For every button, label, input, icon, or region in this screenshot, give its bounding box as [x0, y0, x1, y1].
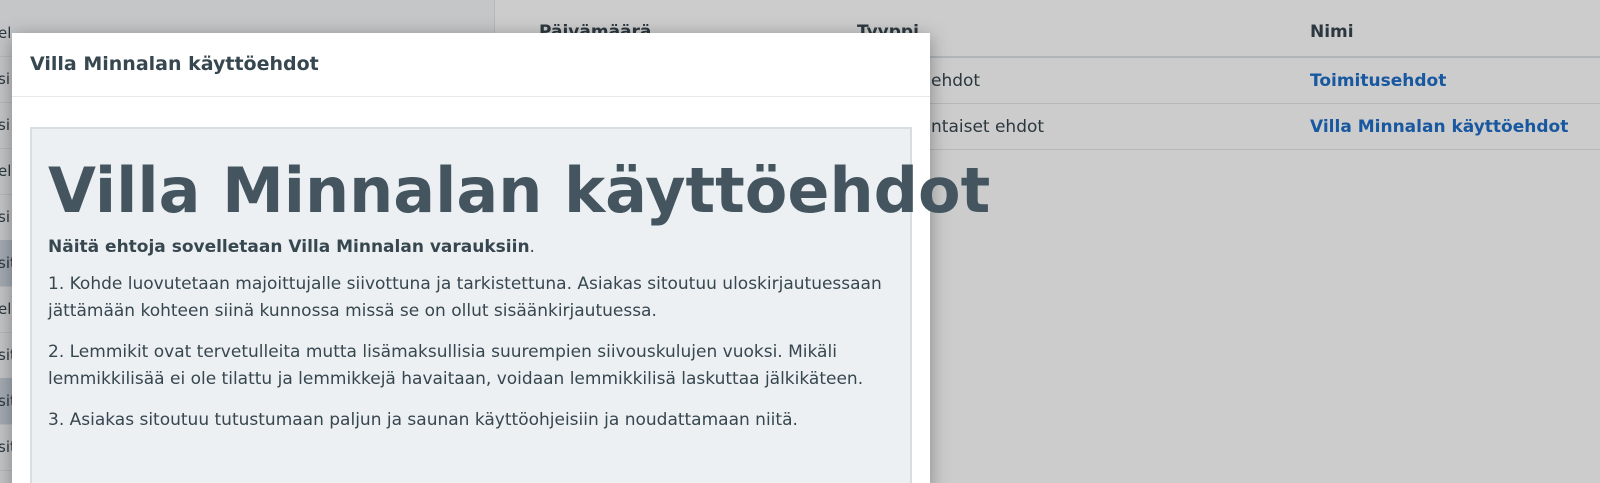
document-paragraph-3: 3. Asiakas sitoutuu tutustumaan paljun j…: [48, 410, 798, 430]
document-paragraph-2: 2. Lemmikit ovat tervetulleita mutta lis…: [48, 342, 864, 389]
modal-header: Villa Minnalan käyttöehdot: [12, 33, 930, 97]
document-lead: Näitä ehtoja sovelletaan Villa Minnalan …: [48, 237, 894, 257]
terms-modal: Villa Minnalan käyttöehdot Villa Minnala…: [12, 33, 991, 483]
document-heading: Villa Minnalan käyttöehdot: [48, 154, 991, 227]
modal-title: Villa Minnalan käyttöehdot: [30, 53, 319, 75]
document-lead-end: .: [529, 237, 535, 257]
document-content: Villa Minnalan käyttöehdot Näitä ehtoja …: [30, 127, 991, 483]
document-paragraph-1: 1. Kohde luovutetaan majoittujalle siivo…: [48, 274, 882, 321]
document-lead-bold: Näitä ehtoja sovelletaan Villa Minnalan …: [48, 237, 530, 257]
